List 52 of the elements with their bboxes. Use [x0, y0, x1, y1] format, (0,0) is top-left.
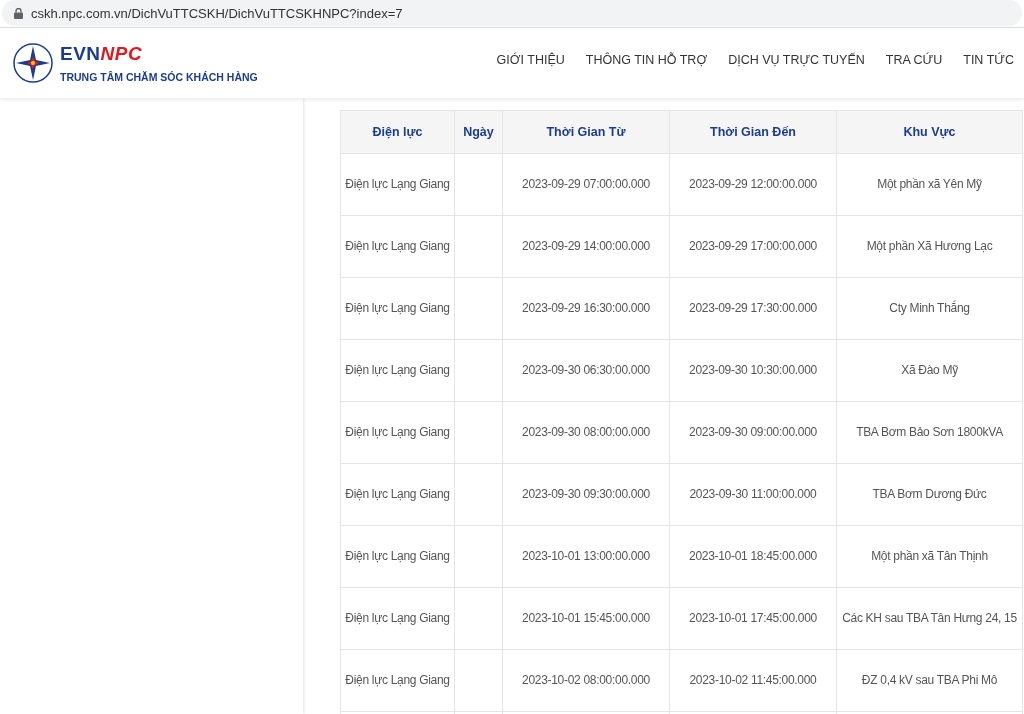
- logo-subtitle: TRUNG TÂM CHĂM SÓC KHÁCH HÀNG: [60, 71, 258, 83]
- table-cell: Điện lực Lạng Giang: [340, 401, 455, 464]
- table-cell: Điện lực Lạng Giang: [340, 339, 455, 402]
- column-header: Thời Gian Đến: [669, 110, 837, 154]
- table-cell: 2023-09-29 14:00:00.000: [502, 215, 670, 278]
- table-cell: Xã Đào Mỹ: [836, 339, 1023, 402]
- column-header: Điện lực: [340, 110, 455, 154]
- table-cell: 2023-10-02 11:45:00.000: [669, 649, 837, 712]
- table-cell: 2023-09-30 10:30:00.000: [669, 339, 837, 402]
- table-cell: 2023-09-29 17:00:00.000: [669, 215, 837, 278]
- column-header: Thời Gian Từ: [502, 110, 670, 154]
- table-cell: 2023-10-01 15:45:00.000: [502, 587, 670, 650]
- compass-star-logo-icon: [12, 42, 54, 84]
- column-header: Khu Vực: [836, 110, 1023, 154]
- table-cell: Một phần xã Yên Mỹ: [836, 153, 1023, 216]
- table-cell: 2023-09-30 08:00:00.000: [502, 401, 670, 464]
- table-cell: Cty Minh Thắng: [836, 277, 1023, 340]
- nav-link[interactable]: THÔNG TIN HỖ TRỢ: [585, 53, 708, 67]
- table-cell: Một phần xã Tân Thịnh: [836, 525, 1023, 588]
- table-cell: Điện lực Lạng Giang: [340, 215, 455, 278]
- table-cell: 2023-09-29 12:00:00.000: [669, 153, 837, 216]
- table-cell: Điện lực Lạng Giang: [340, 153, 455, 216]
- nav-link[interactable]: DỊCH VỤ TRỰC TUYẾN: [728, 53, 865, 67]
- table-cell: 2023-09-29 07:00:00.000: [502, 153, 670, 216]
- table-cell: 2023-09-30 06:30:00.000: [502, 339, 670, 402]
- table-cell: Các KH sau TBA Tân Hưng 24, 15: [836, 587, 1023, 650]
- address-bar[interactable]: cskh.npc.com.vn/DichVuTTCSKH/DichVuTTCSKHNPC?index=7: [2, 0, 1022, 26]
- table-cell: 2023-10-01 17:45:00.000: [669, 587, 837, 650]
- table-cell: 2023-10-01 18:45:00.000: [669, 525, 837, 588]
- url-text: cskh.npc.com.vn/DichVuTTCSKH/DichVuTTCSKHNPC?index=7: [31, 5, 403, 21]
- nav-link[interactable]: TIN TỨC: [963, 53, 1014, 67]
- table-cell: 2023-10-02 08:00:00.000: [502, 649, 670, 712]
- nav-link[interactable]: GIỚI THIỆU: [496, 53, 565, 67]
- table-cell: Điện lực Lạng Giang: [340, 587, 455, 650]
- table-cell: 2023-09-29 16:30:00.000: [502, 277, 670, 340]
- table-cell: TBA Bơm Bảo Sơn 1800kVA: [836, 401, 1023, 464]
- table-cell: Điện lực Lạng Giang: [340, 277, 455, 340]
- column-header: Ngày: [454, 110, 503, 154]
- table-cell: 2023-09-29 17:30:00.000: [669, 277, 837, 340]
- table-cell: Điện lực Lạng Giang: [340, 463, 455, 526]
- table-cell: 2023-10-01 13:00:00.000: [502, 525, 670, 588]
- table-cell: 2023-09-30 09:00:00.000: [669, 401, 837, 464]
- table-cell: TBA Bơm Dương Đức: [836, 463, 1023, 526]
- table-cell: Điện lực Lạng Giang: [340, 649, 455, 712]
- table-cell: ĐZ 0,4 kV sau TBA Phi Mô: [836, 649, 1023, 712]
- table-cell: 2023-09-30 11:00:00.000: [669, 463, 837, 526]
- brand-logo-text: EVNNPC: [60, 43, 144, 65]
- table-cell: Một phần Xã Hương Lạc: [836, 215, 1023, 278]
- lock-icon: [14, 7, 23, 19]
- table-cell: Điện lực Lạng Giang: [340, 525, 455, 588]
- nav-link[interactable]: TRA CỨU: [885, 53, 943, 67]
- table-cell: 2023-09-30 09:30:00.000: [502, 463, 670, 526]
